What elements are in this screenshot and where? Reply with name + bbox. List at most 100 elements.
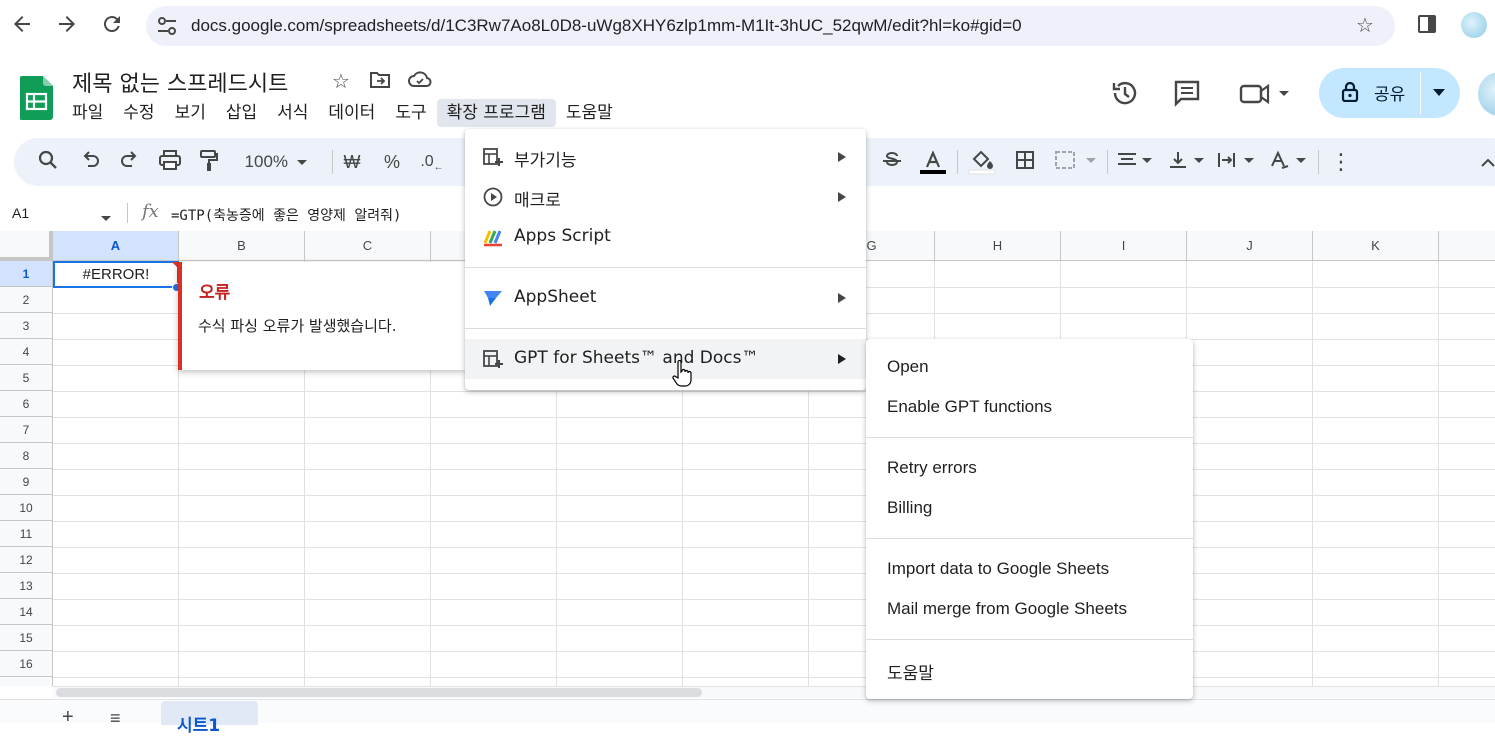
all-sheets-icon[interactable]: ≡ (110, 708, 121, 729)
row-header[interactable]: 14 (0, 599, 53, 625)
menu-format[interactable]: 서식 (267, 99, 318, 127)
column-header[interactable]: A (53, 231, 179, 261)
column-header[interactable]: K (1313, 231, 1439, 261)
column-header[interactable]: B (179, 231, 305, 261)
column-header[interactable] (1439, 231, 1495, 261)
submenu-item-mail-merge[interactable]: Mail merge from Google Sheets (866, 590, 1193, 630)
submenu-item-help[interactable]: 도움말 (866, 650, 1193, 690)
paint-format-icon[interactable] (197, 150, 221, 174)
document-title[interactable]: 제목 없는 스프레드시트 (72, 66, 288, 98)
menu-help[interactable]: 도움말 (556, 99, 623, 127)
row-header[interactable]: 12 (0, 547, 53, 573)
submenu-item-open[interactable]: Open (866, 348, 1193, 388)
text-rotation-icon[interactable] (1268, 150, 1312, 174)
menu-item-label: GPT for Sheets™ and Docs™ (514, 348, 759, 368)
row-header[interactable]: 4 (0, 339, 53, 365)
horizontal-align-icon[interactable] (1114, 150, 1158, 174)
back-arrow-icon[interactable] (10, 12, 34, 36)
fill-color-icon[interactable] (967, 150, 997, 175)
collapse-toolbar-icon[interactable] (1476, 150, 1495, 174)
url-text[interactable]: docs.google.com/spreadsheets/d/1C3Rw7Ao8… (191, 16, 1022, 36)
cell-a1[interactable]: #ERROR! (53, 261, 179, 288)
sheet-tab[interactable]: 시트1 (161, 701, 258, 736)
reload-icon[interactable] (100, 12, 124, 36)
forward-arrow-icon[interactable] (55, 12, 79, 36)
text-wrapping-icon[interactable] (1216, 150, 1260, 174)
row-header[interactable]: 2 (0, 287, 53, 313)
grid-line (53, 547, 1495, 548)
menu-item-addons[interactable]: 부가기능 (465, 137, 866, 177)
row-header[interactable]: 7 (0, 417, 53, 443)
meet-video-icon[interactable] (1238, 78, 1294, 108)
row-header[interactable] (0, 677, 53, 686)
address-bar[interactable]: docs.google.com/spreadsheets/d/1C3Rw7Ao8… (146, 6, 1395, 46)
side-panel-icon[interactable] (1418, 15, 1436, 33)
row-header[interactable]: 1 (0, 261, 53, 287)
menu-item-appsheet[interactable]: AppSheet (465, 278, 866, 318)
decrease-decimal-icon[interactable]: .0← (420, 150, 444, 174)
row-header[interactable]: 8 (0, 443, 53, 469)
formula-input[interactable]: =GTP(축농증에 좋은 영양제 알려줘) (171, 205, 401, 225)
row-header[interactable]: 11 (0, 521, 53, 547)
menu-view[interactable]: 보기 (165, 99, 216, 127)
merge-cells-icon[interactable] (1054, 150, 1098, 174)
account-avatar[interactable] (1478, 72, 1495, 116)
star-icon[interactable]: ☆ (329, 70, 353, 94)
move-folder-icon[interactable] (368, 70, 392, 94)
cloud-saved-icon[interactable] (408, 70, 432, 94)
menu-insert[interactable]: 삽입 (216, 99, 267, 127)
row-header[interactable]: 6 (0, 391, 53, 417)
site-info-icon[interactable] (156, 16, 178, 36)
share-button[interactable]: 공유 (1319, 68, 1460, 118)
bookmark-star-icon[interactable]: ☆ (1353, 14, 1377, 38)
menu-extensions[interactable]: 확장 프로그램 (436, 99, 556, 127)
row-header[interactable]: 10 (0, 495, 53, 521)
redo-icon[interactable] (118, 150, 142, 174)
print-icon[interactable] (158, 150, 182, 174)
menu-edit[interactable]: 수정 (113, 99, 164, 127)
currency-format-button[interactable]: ₩ (340, 150, 364, 174)
menu-data[interactable]: 데이터 (318, 99, 385, 127)
addon-icon (483, 147, 503, 167)
undo-icon[interactable] (78, 150, 102, 174)
row-header[interactable]: 9 (0, 469, 53, 495)
select-all-corner[interactable] (0, 231, 53, 261)
percent-format-button[interactable]: % (380, 150, 404, 174)
row-header[interactable]: 15 (0, 625, 53, 651)
horizontal-scroll-thumb[interactable] (56, 688, 702, 697)
chevron-down-icon[interactable] (101, 210, 111, 228)
column-header[interactable]: H (935, 231, 1061, 261)
submenu-item-import-data[interactable]: Import data to Google Sheets (866, 550, 1193, 590)
menu-item-macros[interactable]: 매크로 (465, 177, 866, 217)
row-header[interactable]: 13 (0, 573, 53, 599)
borders-icon[interactable] (1013, 150, 1037, 174)
menu-file[interactable]: 파일 (62, 99, 113, 127)
column-header[interactable]: C (305, 231, 431, 261)
column-header[interactable]: J (1187, 231, 1313, 261)
vertical-align-icon[interactable] (1166, 150, 1210, 174)
row-header[interactable]: 3 (0, 313, 53, 339)
submenu-item-retry-errors[interactable]: Retry errors (866, 449, 1193, 489)
submenu-item-enable-gpt-functions[interactable]: Enable GPT functions (866, 388, 1193, 428)
zoom-select[interactable]: 100% (236, 150, 316, 174)
search-menus-icon[interactable] (36, 150, 60, 174)
row-header[interactable]: 16 (0, 651, 53, 677)
add-sheet-icon[interactable]: + (62, 706, 74, 729)
version-history-icon[interactable] (1110, 78, 1140, 108)
submenu-item-billing[interactable]: Billing (866, 489, 1193, 529)
text-color-icon[interactable] (918, 150, 948, 174)
column-header[interactable]: I (1061, 231, 1187, 261)
browser-profile-avatar[interactable] (1461, 12, 1487, 38)
name-box[interactable]: A1 (12, 205, 29, 221)
menu-item-apps-script[interactable]: Apps Script (465, 217, 866, 257)
submenu-item-label: Retry errors (887, 458, 977, 477)
share-dropdown-icon[interactable] (1433, 89, 1445, 96)
menu-item-gpt-for-sheets[interactable]: GPT for Sheets™ and Docs™ (465, 339, 866, 379)
sheets-logo-icon[interactable] (19, 76, 53, 120)
grid-line (53, 391, 1495, 392)
menu-tools[interactable]: 도구 (385, 99, 436, 127)
strikethrough-icon[interactable] (879, 150, 905, 174)
comments-icon[interactable] (1172, 78, 1202, 108)
row-header[interactable]: 5 (0, 365, 53, 391)
more-options-icon[interactable]: ⋮ (1329, 150, 1353, 174)
